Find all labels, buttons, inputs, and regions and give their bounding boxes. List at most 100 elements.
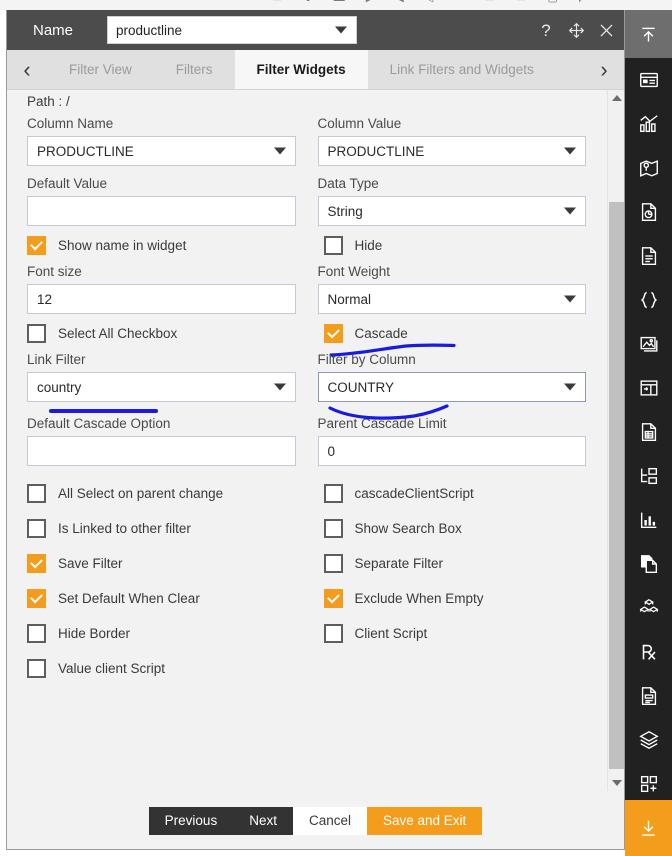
- chart-icon[interactable]: [625, 102, 672, 146]
- form-icon[interactable]: [625, 366, 672, 410]
- tabs-scroll-left-button[interactable]: ‹: [7, 50, 47, 89]
- scrollbar-thumb[interactable]: [609, 202, 624, 769]
- checkbox-value-client-script[interactable]: Value client Script: [27, 659, 296, 678]
- scrollbar-down-arrow[interactable]: [608, 775, 624, 791]
- partial-toolbar-strip: ▭ ⬆ ▬ ▶ ◀ ◁ ✎ ▭ ▭ ▢ ◸: [0, 0, 672, 10]
- checkbox-box[interactable]: [27, 554, 46, 573]
- checkbox-separate-filter[interactable]: Separate Filter: [318, 554, 587, 573]
- checkbox-box[interactable]: [27, 324, 46, 343]
- report-pie-icon[interactable]: [625, 190, 672, 234]
- filter-by-column-select[interactable]: COUNTRY: [318, 372, 587, 402]
- hierarchy-icon[interactable]: [625, 454, 672, 498]
- checkbox-client-script[interactable]: Client Script: [318, 624, 587, 643]
- checkbox-row-show-name-hide: Show name in widget Hide: [27, 236, 586, 255]
- checkbox-box[interactable]: [27, 484, 46, 503]
- checkbox-label: All Select on parent change: [58, 486, 223, 501]
- code-braces-icon[interactable]: [625, 278, 672, 322]
- default-value-input[interactable]: [27, 196, 296, 226]
- link-filter-select[interactable]: country: [27, 372, 296, 402]
- form-row-font: Font size 12 Font Weight Normal: [27, 264, 586, 314]
- checkbox-box[interactable]: [324, 589, 343, 608]
- checkbox-box[interactable]: [27, 624, 46, 643]
- tab-filter-widgets[interactable]: Filter Widgets: [235, 50, 368, 89]
- name-select[interactable]: productline: [107, 16, 357, 44]
- previous-button[interactable]: Previous: [149, 807, 234, 835]
- prescription-icon[interactable]: [625, 630, 672, 674]
- column-value-value: PRODUCTLINE: [328, 144, 425, 159]
- data-type-label: Data Type: [318, 176, 587, 191]
- download-icon[interactable]: [625, 800, 672, 856]
- chevron-down-icon: [274, 148, 286, 155]
- close-icon[interactable]: [596, 20, 616, 40]
- field-group-font-weight: Font Weight Normal: [318, 264, 587, 314]
- form-vertical-scrollbar[interactable]: [607, 90, 624, 791]
- tab-filters[interactable]: Filters: [154, 50, 235, 89]
- image-icon[interactable]: [625, 322, 672, 366]
- dashboard-icon[interactable]: [625, 58, 672, 102]
- checkbox-box[interactable]: [27, 659, 46, 678]
- checkbox-box[interactable]: [324, 624, 343, 643]
- column-value-select[interactable]: PRODUCTLINE: [318, 136, 587, 166]
- font-weight-select[interactable]: Normal: [318, 284, 587, 314]
- document-icon[interactable]: [625, 234, 672, 278]
- bar-chart-icon[interactable]: [625, 498, 672, 542]
- checkbox-cascade-client-script[interactable]: cascadeClientScript: [318, 484, 587, 503]
- collapse-up-icon[interactable]: [625, 10, 672, 58]
- data-type-select[interactable]: String: [318, 196, 587, 226]
- partial-toolbar-glyphs: ▭ ⬆ ▬ ▶ ◀ ◁ ✎ ▭ ▭ ▢ ◸: [272, 0, 596, 4]
- layers-icon[interactable]: [625, 718, 672, 762]
- checkbox-box[interactable]: [324, 236, 343, 255]
- checkbox-is-linked-to-other-filter[interactable]: Is Linked to other filter: [27, 519, 296, 538]
- checkbox-show-name-in-widget[interactable]: Show name in widget: [27, 236, 296, 255]
- help-icon[interactable]: ?: [536, 20, 556, 40]
- checkbox-select-all-checkbox[interactable]: Select All Checkbox: [27, 324, 296, 343]
- cubes-icon[interactable]: [625, 586, 672, 630]
- cancel-button[interactable]: Cancel: [293, 807, 367, 835]
- field-group-parent-cascade-limit: Parent Cascade Limit 0: [318, 416, 587, 466]
- checkbox-box[interactable]: [27, 519, 46, 538]
- dialog-body: Path : / Column Name PRODUCTLINE Column …: [7, 90, 624, 791]
- checkbox-label: Select All Checkbox: [58, 326, 177, 341]
- form-row-cascade-options: Default Cascade Option Parent Cascade Li…: [27, 416, 586, 466]
- tab-link-filters-and-widgets[interactable]: Link Filters and Widgets: [368, 50, 556, 89]
- checkbox-show-search-box[interactable]: Show Search Box: [318, 519, 587, 538]
- checkbox-box[interactable]: [324, 519, 343, 538]
- checkbox-save-filter[interactable]: Save Filter: [27, 554, 296, 573]
- data-sheet-icon[interactable]: [625, 410, 672, 454]
- column-name-select[interactable]: PRODUCTLINE: [27, 136, 296, 166]
- path-label: Path : /: [27, 90, 586, 108]
- move-icon[interactable]: [566, 20, 586, 40]
- map-icon[interactable]: [625, 146, 672, 190]
- checkbox-row-islinked-showsearch: Is Linked to other filter Show Search Bo…: [27, 519, 586, 538]
- checkbox-label: Value client Script: [58, 661, 165, 676]
- checkbox-label: Client Script: [355, 626, 428, 641]
- checkbox-box[interactable]: [324, 484, 343, 503]
- checkbox-hide-border[interactable]: Hide Border: [27, 624, 296, 643]
- scrollbar-up-arrow[interactable]: [608, 90, 624, 106]
- chevron-down-icon: [564, 384, 576, 391]
- font-size-input[interactable]: 12: [27, 284, 296, 314]
- data-type-value: String: [328, 204, 363, 219]
- tabs-scroll-right-button[interactable]: ›: [584, 50, 624, 89]
- checkbox-box[interactable]: [324, 554, 343, 573]
- next-button[interactable]: Next: [233, 807, 293, 835]
- checkbox-box[interactable]: [27, 589, 46, 608]
- checkbox-cascade[interactable]: Cascade: [318, 324, 587, 343]
- default-cascade-option-input[interactable]: [27, 436, 296, 466]
- copy-page-icon[interactable]: [625, 542, 672, 586]
- filter-widget-dialog: Name productline ?: [6, 10, 625, 850]
- tab-filter-view[interactable]: Filter View: [47, 50, 154, 89]
- checkbox-hide[interactable]: Hide: [318, 236, 587, 255]
- checkbox-set-default-when-clear[interactable]: Set Default When Clear: [27, 589, 296, 608]
- checkbox-exclude-when-empty[interactable]: Exclude When Empty: [318, 589, 587, 608]
- checkbox-all-select-on-parent-change[interactable]: All Select on parent change: [27, 484, 296, 503]
- checkbox-label: Save Filter: [58, 556, 123, 571]
- chevron-down-icon: [335, 27, 347, 34]
- font-size-label: Font size: [27, 264, 296, 279]
- file-data-icon[interactable]: [625, 674, 672, 718]
- filter-by-column-label: Filter by Column: [318, 352, 587, 367]
- checkbox-box[interactable]: [324, 324, 343, 343]
- checkbox-box[interactable]: [27, 236, 46, 255]
- save-and-exit-button[interactable]: Save and Exit: [367, 807, 482, 835]
- parent-cascade-limit-input[interactable]: 0: [318, 436, 587, 466]
